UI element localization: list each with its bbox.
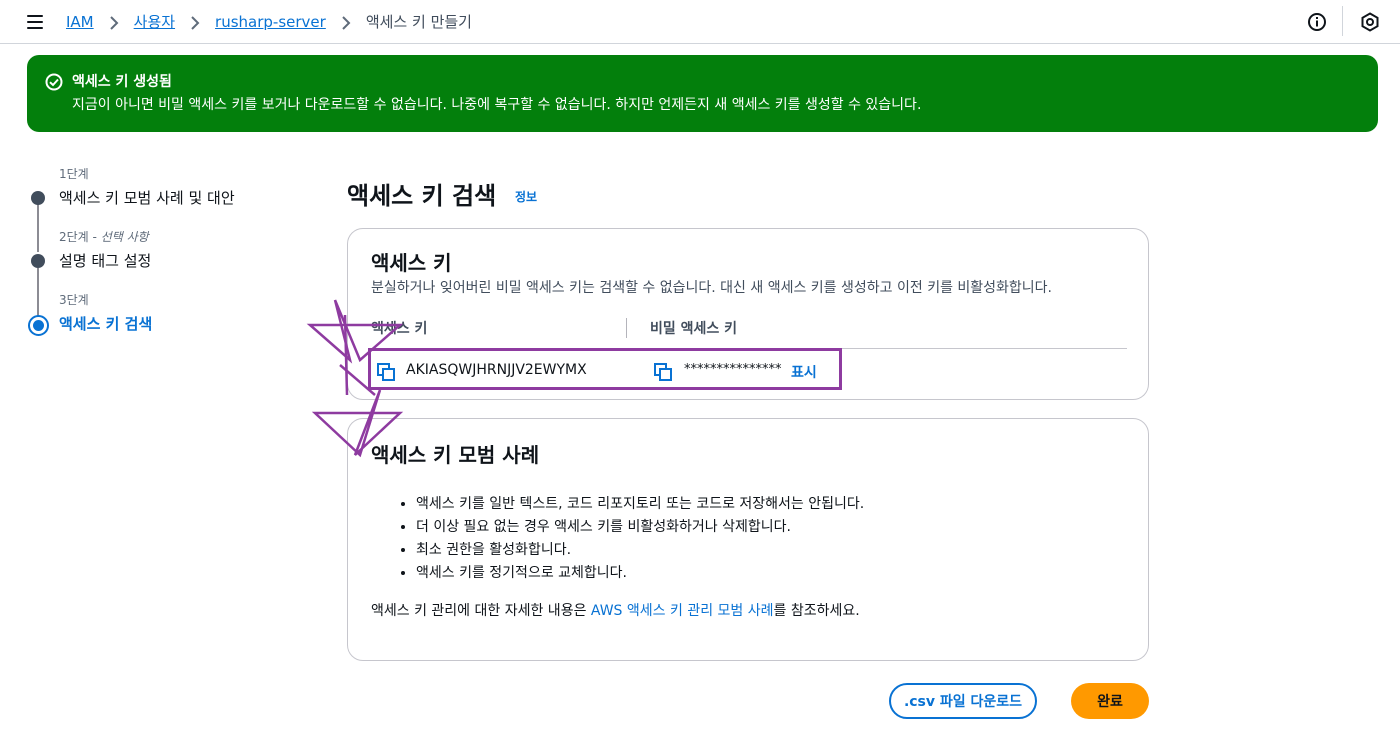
done-button[interactable]: 완료 bbox=[1071, 683, 1149, 719]
chevron-right-icon bbox=[190, 15, 200, 30]
flash-title: 액세스 키 생성됨 bbox=[72, 74, 172, 90]
step-3-number: 3단계 bbox=[59, 293, 89, 307]
reference-suffix: 를 참조하세요. bbox=[773, 603, 860, 619]
step-2-optional: - 선택 사항 bbox=[92, 230, 149, 244]
column-header-secret-key: 비밀 액세스 키 bbox=[650, 321, 738, 337]
list-item: 더 이상 필요 없는 경우 액세스 키를 비활성화하거나 삭제합니다. bbox=[416, 517, 864, 540]
step-3-indicator-active bbox=[28, 315, 49, 336]
list-item: 최소 권한을 활성화합니다. bbox=[416, 540, 864, 563]
column-divider bbox=[626, 318, 627, 338]
breadcrumb: IAM 사용자 rusharp-server 액세스 키 만들기 bbox=[66, 11, 472, 32]
step-2-indicator bbox=[31, 254, 45, 268]
step-2-number: 2단계 - 선택 사항 bbox=[59, 228, 149, 245]
reference-prefix: 액세스 키 관리에 대한 자세한 내용은 bbox=[371, 603, 591, 619]
info-link[interactable]: 정보 bbox=[515, 188, 537, 205]
annotation-highlight-box bbox=[368, 348, 842, 390]
top-navigation-bar: IAM 사용자 rusharp-server 액세스 키 만들기 bbox=[0, 0, 1400, 44]
step-2-number-text: 2단계 bbox=[59, 230, 89, 244]
download-csv-button[interactable]: .csv 파일 다운로드 bbox=[889, 683, 1037, 719]
flash-message: 지금이 아니면 비밀 액세스 키를 보거나 다운로드할 수 없습니다. 나중에 … bbox=[72, 97, 922, 113]
annotation-star-scribble bbox=[306, 299, 404, 458]
access-key-card-title: 액세스 키 bbox=[371, 251, 452, 275]
step-connector bbox=[37, 204, 39, 252]
list-item: 액세스 키를 정기적으로 교체합니다. bbox=[416, 563, 864, 586]
step-connector bbox=[37, 268, 39, 316]
info-circle-icon[interactable] bbox=[1307, 12, 1327, 32]
step-1-indicator bbox=[31, 191, 45, 205]
breadcrumb-users[interactable]: 사용자 bbox=[134, 11, 175, 32]
success-flash-banner: 액세스 키 생성됨 지금이 아니면 비밀 액세스 키를 보거나 다운로드할 수 … bbox=[27, 55, 1378, 132]
step-1-label[interactable]: 액세스 키 모범 사례 및 대안 bbox=[59, 187, 235, 208]
hexagon-settings-icon[interactable] bbox=[1360, 12, 1380, 32]
chevron-right-icon bbox=[109, 15, 119, 30]
best-practices-card: 액세스 키 모범 사례 액세스 키를 일반 텍스트, 코드 리포지토리 또는 코… bbox=[347, 418, 1149, 661]
access-key-card-description: 분실하거나 잊어버린 비밀 액세스 키는 검색할 수 없습니다. 대신 새 액세… bbox=[371, 280, 1053, 296]
hamburger-menu-icon[interactable] bbox=[27, 15, 43, 29]
reference-text: 액세스 키 관리에 대한 자세한 내용은 AWS 액세스 키 관리 모범 사례를… bbox=[371, 600, 860, 620]
check-circle-icon bbox=[45, 73, 63, 91]
step-2-label[interactable]: 설명 태그 설정 bbox=[59, 250, 151, 271]
list-item: 액세스 키를 일반 텍스트, 코드 리포지토리 또는 코드로 저장해서는 안됩니… bbox=[416, 494, 864, 517]
breadcrumb-iam[interactable]: IAM bbox=[66, 13, 94, 31]
breadcrumb-user-name[interactable]: rusharp-server bbox=[215, 13, 326, 31]
best-practices-link[interactable]: AWS 액세스 키 관리 모범 사례 bbox=[591, 603, 774, 619]
topbar-divider bbox=[1342, 6, 1343, 36]
best-practices-list: 액세스 키를 일반 텍스트, 코드 리포지토리 또는 코드로 저장해서는 안됩니… bbox=[398, 494, 864, 586]
breadcrumb-current: 액세스 키 만들기 bbox=[365, 13, 472, 31]
step-1-number: 1단계 bbox=[59, 167, 89, 181]
page-title: 액세스 키 검색 bbox=[347, 182, 497, 210]
step-3-label: 액세스 키 검색 bbox=[59, 315, 153, 333]
chevron-right-icon bbox=[341, 15, 351, 30]
